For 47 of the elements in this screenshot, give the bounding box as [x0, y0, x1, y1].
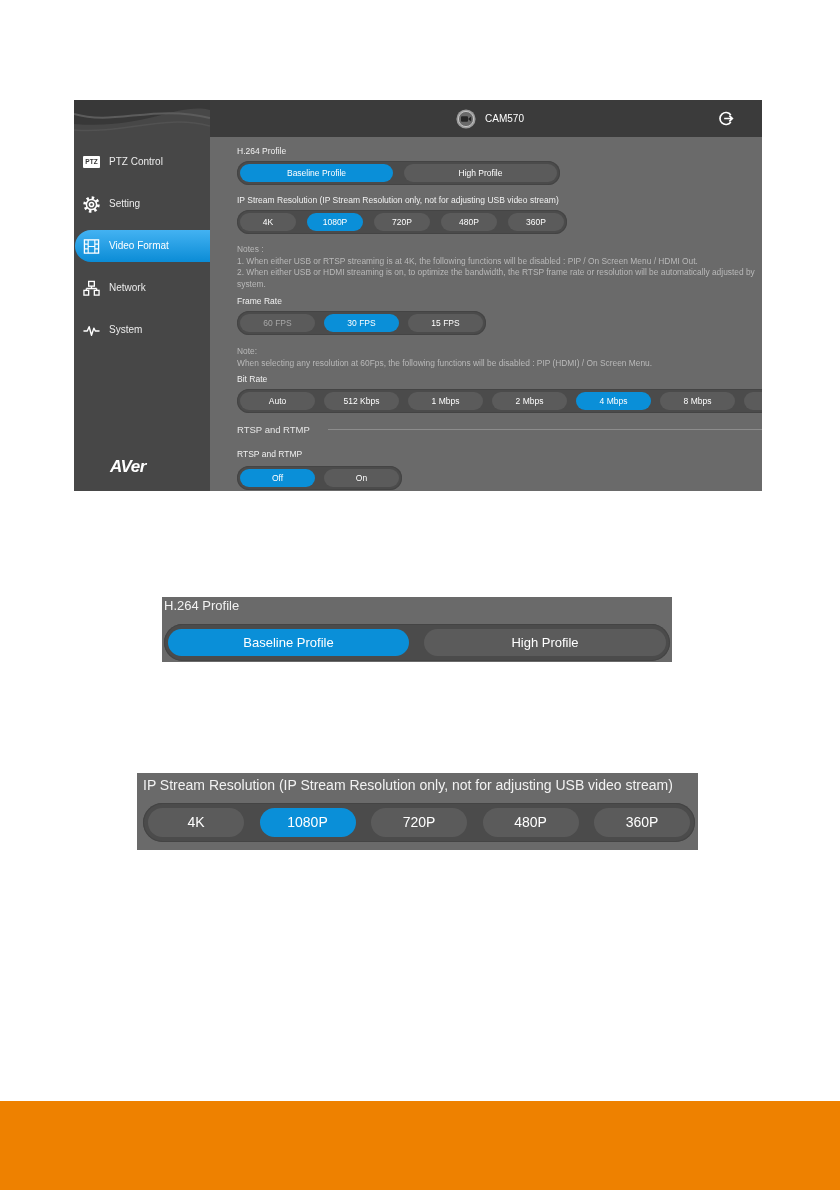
bit-rate-option-button[interactable]: 4 Mbps — [576, 392, 651, 411]
field-label: IP Stream Resolution (IP Stream Resolution only, not for adjusting USB video stream) — [237, 194, 559, 206]
logout-icon[interactable] — [719, 111, 734, 126]
resolution-option-button[interactable]: 1080P — [259, 808, 356, 837]
note-text: When selecting any resolution at 60Fps, the following functions will be disabled : PIP (HDMI) / On Screen Menu. — [237, 357, 653, 370]
profile-option-button[interactable]: Baseline Profile — [168, 629, 409, 656]
device-name: CAM570 — [485, 112, 524, 125]
resolution-option-button[interactable]: 4K — [240, 213, 296, 231]
note-title: Note: — [237, 345, 258, 358]
resolution-option-button[interactable]: 480P — [482, 808, 579, 837]
bit-rate-option-button[interactable]: Auto — [240, 392, 315, 411]
profile-option-button[interactable]: Baseline Profile — [240, 164, 393, 182]
bit-rate-option-button[interactable]: 8 Mbps — [660, 392, 735, 411]
brand-logo: AVer — [110, 457, 146, 477]
bit-rate-option-button[interactable]: 2 Mbps — [492, 392, 567, 411]
field-label: Frame Rate — [237, 295, 282, 308]
toggle-option-button[interactable]: Off — [240, 469, 315, 488]
sidebar-item[interactable]: System — [75, 314, 210, 346]
sidebar-item[interactable]: Setting — [75, 188, 210, 220]
gear-icon — [83, 195, 100, 213]
profile-option-button[interactable]: High Profile — [404, 164, 557, 182]
resolution-option-button[interactable]: 480P — [441, 213, 497, 231]
field-label: RTSP and RTMP — [237, 448, 303, 461]
film-strip-icon — [83, 237, 100, 255]
profile-option-button[interactable]: High Profile — [424, 629, 666, 656]
toggle-option-button[interactable]: On — [324, 469, 399, 488]
bit-rate-option-button[interactable]: 1 Mbps — [408, 392, 483, 411]
resolution-option-button[interactable]: 720P — [371, 808, 467, 837]
section-heading: RTSP and RTMP — [237, 423, 310, 438]
resolution-option-button[interactable]: 360P — [594, 808, 690, 837]
camera-icon — [456, 108, 477, 129]
network-icon — [83, 279, 100, 297]
bit-rate-option-button[interactable]: 512 Kbps — [324, 392, 399, 411]
note-text: 1. When either USB or RTSP streaming is at 4K, the following functions will be disabled : PIP / On Screen Menu / HDMI Out. — [237, 255, 698, 268]
note-title: Notes : — [237, 244, 264, 256]
note-text: 2. When either USB or HDMI streaming is on, to optimize the bandwidth, the RTSP frame rate or resolution will be automatically adjusted by system. — [237, 267, 756, 291]
frame-rate-option-button[interactable]: 30 FPS — [324, 314, 399, 333]
frame-rate-option-button[interactable]: 15 FPS — [408, 314, 483, 333]
resolution-option-button[interactable]: 4K — [148, 808, 244, 837]
field-label: H.264 Profile — [237, 145, 287, 157]
resolution-option-button[interactable]: 360P — [508, 213, 564, 231]
field-label: IP Stream Resolution (IP Stream Resolution only, not for adjusting USB video stream) — [143, 777, 673, 794]
field-label: Bit Rate — [237, 373, 268, 386]
resolution-option-button[interactable]: 1080P — [307, 213, 363, 231]
field-label: H.264 Profile — [164, 598, 240, 614]
sidebar-item[interactable]: Network — [75, 272, 210, 304]
resolution-option-button[interactable]: 720P — [374, 213, 430, 231]
